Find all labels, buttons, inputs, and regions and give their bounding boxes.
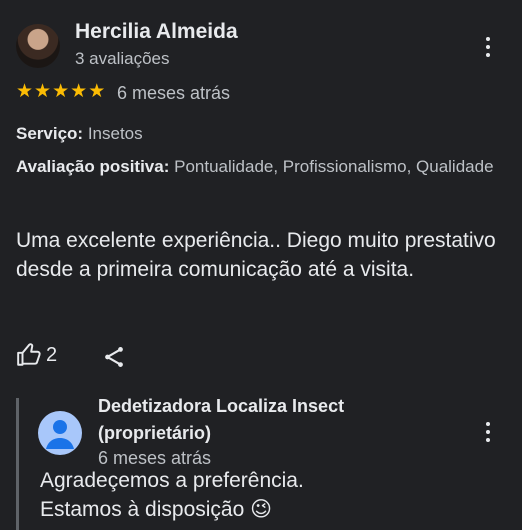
service-label: Serviço:: [16, 124, 84, 143]
review-time: 6 meses atrás: [117, 83, 231, 103]
positive-value: Pontualidade, Profissionalismo, Qualidad…: [174, 157, 494, 176]
service-value: Insetos: [87, 124, 143, 143]
review-more-options-icon[interactable]: [476, 32, 500, 62]
star-icon: ★: [34, 81, 52, 102]
thumb-up-icon: [17, 343, 41, 366]
reply-more-options-icon[interactable]: [476, 417, 500, 447]
star-icon: ★: [16, 81, 34, 102]
reviewer-name[interactable]: Hercilia Almeida: [75, 20, 238, 44]
share-button[interactable]: [101, 344, 127, 375]
star-icon: ★: [70, 81, 88, 102]
reviewer-avatar[interactable]: [16, 24, 60, 68]
owner-reply-line: Estamos à disposição 😉: [40, 498, 272, 521]
like-count: 2: [46, 343, 58, 366]
star-rating: ★ ★ ★ ★ ★: [16, 81, 105, 103]
share-icon: [105, 347, 123, 367]
like-button[interactable]: 2: [16, 342, 57, 368]
service-detail: Serviço: Insetos: [16, 120, 506, 148]
person-icon: [46, 420, 74, 449]
owner-name[interactable]: Dedetizadora Localiza Insect (proprietár…: [98, 393, 398, 447]
star-icon: ★: [52, 81, 70, 102]
positive-label: Avaliação positiva:: [16, 157, 170, 176]
owner-avatar[interactable]: [38, 411, 82, 455]
owner-reply-line: Agradeçemos a preferência.: [40, 469, 304, 492]
reply-divider: [16, 398, 19, 530]
reviewer-review-count: 3 avaliações: [75, 49, 170, 68]
star-icon: ★: [88, 81, 106, 102]
owner-reply-text: Agradeçemos a preferência. Estamos à dis…: [40, 466, 480, 524]
positive-detail: Avaliação positiva: Pontualidade, Profis…: [16, 153, 506, 181]
review-text: Uma excelente experiência.. Diego muito …: [16, 229, 496, 281]
